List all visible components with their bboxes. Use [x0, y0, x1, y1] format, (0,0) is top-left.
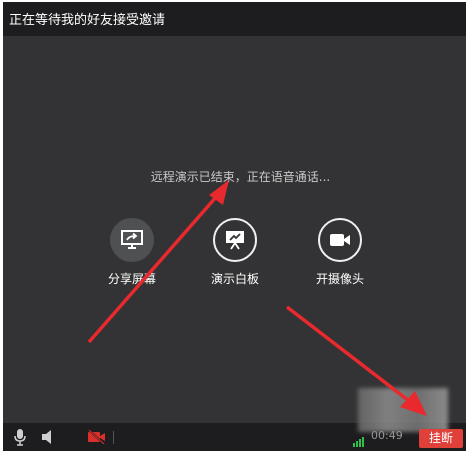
speaker-icon[interactable] [41, 428, 55, 450]
whiteboard-icon [213, 218, 257, 262]
blurred-region [358, 388, 448, 432]
camera-label: 开摄像头 [315, 272, 364, 286]
hangup-button[interactable]: 挂断 [419, 429, 463, 448]
share-screen-button[interactable]: 分享屏幕 [92, 218, 172, 287]
window-title: 正在等待我的好友接受邀请 [9, 13, 166, 28]
share-screen-label: 分享屏幕 [107, 272, 156, 286]
whiteboard-button[interactable]: 演示白板 [195, 218, 275, 287]
camera-button[interactable]: 开摄像头 [300, 218, 380, 287]
call-window: 正在等待我的好友接受邀请 远程演示已结束，正在语音通话... 分享屏幕 演示白板 [3, 2, 466, 451]
microphone-icon[interactable] [13, 428, 27, 450]
camera-off-icon[interactable] [87, 428, 107, 450]
signal-strength-icon [353, 432, 367, 451]
call-status-text: 远程演示已结束，正在语音通话... [150, 170, 331, 184]
camera-icon [318, 218, 362, 262]
toolbar-divider [113, 431, 114, 444]
whiteboard-label: 演示白板 [210, 272, 259, 286]
title-bar: 正在等待我的好友接受邀请 [3, 2, 466, 36]
share-screen-icon [110, 218, 154, 262]
